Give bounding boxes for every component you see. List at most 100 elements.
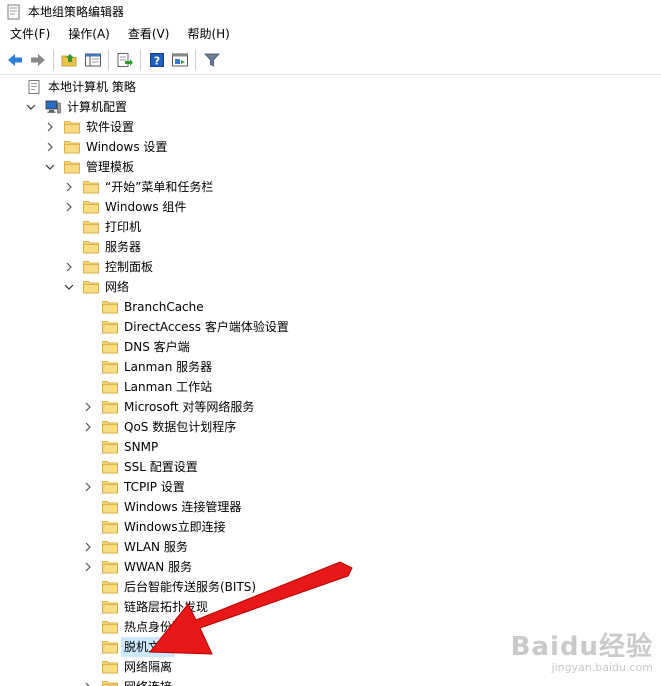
tree-item-administrative-templates[interactable]: 管理模板 — [44, 157, 134, 177]
tree-item-label: Windows立即连接 — [124, 520, 226, 534]
tree-item-label: TCPIP 设置 — [124, 480, 185, 494]
tree-item-start-menu-taskbar[interactable]: “开始”菜单和任务栏 — [63, 177, 213, 197]
filter-button[interactable] — [201, 49, 223, 71]
tree-item-lanman-workstation[interactable]: Lanman 工作站 — [82, 377, 212, 397]
forward-icon — [31, 54, 45, 66]
properties-button[interactable] — [169, 49, 191, 71]
tree-item-label: DNS 客户端 — [124, 340, 190, 354]
tree-item-label: 管理模板 — [86, 160, 135, 174]
tree-item-offline-files[interactable]: 脱机文件 — [82, 637, 176, 657]
back-button[interactable] — [4, 49, 26, 71]
folder-icon — [102, 440, 118, 454]
tree-item-label: Lanman 服务器 — [124, 360, 213, 374]
tree-item-windows-connection-manager[interactable]: Windows 连接管理器 — [82, 497, 241, 517]
chevron-right-icon[interactable] — [82, 561, 94, 573]
chevron-down-icon[interactable] — [44, 161, 56, 173]
tree-item-label: SNMP — [124, 440, 159, 454]
tree-item-label: 网络隔离 — [124, 660, 173, 674]
folder-icon — [102, 400, 118, 414]
chevron-right-icon[interactable] — [82, 401, 94, 413]
tree-item-ssl[interactable]: SSL 配置设置 — [82, 457, 198, 477]
tree-item-qos[interactable]: QoS 数据包计划程序 — [82, 417, 236, 437]
up-folder-button[interactable] — [59, 49, 81, 71]
tree-item-network[interactable]: 网络 — [63, 277, 129, 297]
toolbar: ? — [0, 46, 661, 75]
menu-view[interactable]: 查看(V) — [118, 23, 178, 46]
chevron-right-icon[interactable] — [82, 481, 94, 493]
tree-item-wwan[interactable]: WWAN 服务 — [82, 557, 192, 577]
chevron-right-icon[interactable] — [82, 681, 94, 686]
tree-item-windows-settings[interactable]: Windows 设置 — [44, 137, 167, 157]
folder-icon — [102, 500, 118, 514]
tree-item-software-settings[interactable]: 软件设置 — [44, 117, 134, 137]
tree-item-label: SSL 配置设置 — [124, 460, 198, 474]
tree-item-link-layer-topology[interactable]: 链路层拓扑发现 — [82, 597, 208, 617]
folder-icon — [102, 600, 118, 614]
chevron-right-icon[interactable] — [63, 261, 75, 273]
tree-item-windows-components[interactable]: Windows 组件 — [63, 197, 186, 217]
chevron-right-icon[interactable] — [63, 181, 75, 193]
tree-item-computer-configuration[interactable]: 计算机配置 — [25, 97, 127, 117]
chevron-down-icon[interactable] — [25, 101, 37, 113]
tree-item-label: “开始”菜单和任务栏 — [105, 180, 214, 194]
tree-pane[interactable]: 本地计算机 策略计算机配置软件设置 Windows 设置 管理模板 “开始”菜单和任务… — [0, 75, 661, 686]
tree-item-tcpip[interactable]: TCPIP 设置 — [82, 477, 185, 497]
forward-button[interactable] — [27, 49, 49, 71]
menu-help[interactable]: 帮助(H) — [177, 23, 237, 46]
tree-item-printers[interactable]: 打印机 — [63, 217, 141, 237]
folder-icon — [64, 140, 80, 154]
tree-item-windows-connect-now[interactable]: Windows立即连接 — [82, 517, 226, 537]
folder-icon — [102, 380, 118, 394]
tree-item-directaccess[interactable]: DirectAccess 客户端体验设置 — [82, 317, 289, 337]
show-hide-tree-button[interactable] — [82, 49, 104, 71]
folder-icon — [102, 460, 118, 474]
policy-editor-icon — [7, 4, 20, 19]
menu-action[interactable]: 操作(A) — [58, 23, 118, 46]
toolbar-separator — [140, 50, 141, 70]
tree-item-branchcache[interactable]: BranchCache — [82, 297, 204, 317]
menu-file[interactable]: 文件(F) — [0, 23, 58, 46]
folder-icon — [102, 540, 118, 554]
tree-item-label: 计算机配置 — [67, 100, 128, 114]
folder-icon — [102, 320, 118, 334]
tree-item-local-computer-policy[interactable]: 本地计算机 策略 — [6, 77, 136, 97]
baidu-watermark: Baidu经验 jingyan.baidu.com — [511, 626, 653, 674]
watermark-brand: Baidu经验 — [510, 632, 653, 662]
help-icon: ? — [150, 53, 164, 68]
tree-item-label: Windows 组件 — [105, 200, 187, 214]
tree-item-wlan[interactable]: WLAN 服务 — [82, 537, 188, 557]
title-bar: 本地组策略编辑器 — [0, 0, 661, 23]
tree-item-label: Windows 设置 — [86, 140, 168, 154]
tree-item-label: WWAN 服务 — [124, 560, 193, 574]
folder-icon — [102, 640, 118, 654]
folder-icon — [102, 300, 118, 314]
tree-item-lanman-server[interactable]: Lanman 服务器 — [82, 357, 212, 377]
chevron-down-icon[interactable] — [63, 281, 75, 293]
chevron-right-icon[interactable] — [44, 141, 56, 153]
chevron-right-icon[interactable] — [63, 201, 75, 213]
tree-item-label: 脱机文件 — [121, 637, 176, 657]
tree-item-label: 网络连接 — [124, 677, 172, 686]
tree-item-snmp[interactable]: SNMP — [82, 437, 158, 457]
tree-item-label: Windows 连接管理器 — [124, 500, 242, 514]
folder-icon — [102, 480, 118, 494]
folder-icon — [102, 420, 118, 434]
folder-icon — [102, 360, 118, 374]
window-title: 本地组策略编辑器 — [28, 5, 125, 19]
tree-item-dns-client[interactable]: DNS 客户端 — [82, 337, 190, 357]
folder-icon — [64, 120, 80, 134]
chevron-right-icon[interactable] — [44, 121, 56, 133]
help-button[interactable]: ? — [146, 49, 168, 71]
export-list-button[interactable] — [114, 49, 136, 71]
tree-item-bits[interactable]: 后台智能传送服务(BITS) — [82, 577, 256, 597]
tree-item-control-panel[interactable]: 控制面板 — [63, 257, 153, 277]
tree-item-network-isolation[interactable]: 网络隔离 — [82, 657, 172, 677]
tree-item-label: Microsoft 对等网络服务 — [124, 400, 255, 414]
tree-item-network-connections[interactable]: 网络连接 — [82, 677, 172, 686]
tree-item-server[interactable]: 服务器 — [63, 237, 141, 257]
folder-icon — [83, 180, 99, 194]
chevron-right-icon[interactable] — [82, 541, 94, 553]
tree-item-microsoft-peer-networking[interactable]: Microsoft 对等网络服务 — [82, 397, 254, 417]
chevron-right-icon[interactable] — [82, 421, 94, 433]
tree-item-hotspot-auth[interactable]: 热点身份验证 — [82, 617, 196, 637]
